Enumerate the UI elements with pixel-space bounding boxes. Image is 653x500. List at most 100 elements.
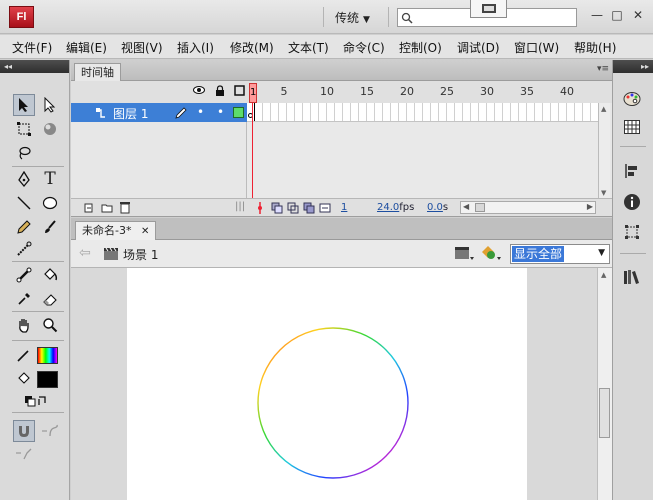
- keyframe[interactable]: [247, 103, 255, 121]
- subselection-tool[interactable]: [39, 94, 61, 116]
- layer-name[interactable]: 图层 1: [113, 105, 148, 122]
- playhead[interactable]: 1: [249, 83, 257, 103]
- scroll-up-icon[interactable]: ▲: [601, 271, 606, 279]
- edit-symbols-icon[interactable]: [480, 244, 504, 262]
- swatches-panel-button[interactable]: [621, 116, 643, 138]
- pencil-stroke-icon: [17, 350, 29, 362]
- stroke-color-swatch[interactable]: [37, 347, 58, 364]
- pencil-tool[interactable]: [13, 216, 35, 238]
- collapse-icon[interactable]: ◂◂: [4, 62, 12, 71]
- frame-rate-readout[interactable]: 24.0fps: [377, 202, 414, 213]
- close-tab-icon[interactable]: ✕: [141, 226, 149, 237]
- info-panel-button[interactable]: [621, 191, 643, 213]
- color-panel-button[interactable]: [621, 88, 643, 110]
- frame-ruler[interactable]: 1 5 10 15 20 25 30 35 40: [247, 81, 598, 103]
- paint-bucket-tool[interactable]: [39, 264, 61, 286]
- stage-vertical-scrollbar[interactable]: ▲: [597, 268, 612, 500]
- scroll-down-icon[interactable]: ▼: [601, 189, 606, 197]
- eye-glyph: [193, 86, 205, 94]
- menu-commands[interactable]: 命令(C): [343, 39, 385, 56]
- menu-file[interactable]: 文件(F): [12, 39, 52, 56]
- timeline-vertical-scrollbar[interactable]: ▲ ▼: [598, 103, 610, 199]
- scroll-thumb[interactable]: [599, 388, 610, 438]
- bone-tool[interactable]: [13, 264, 35, 286]
- menu-view[interactable]: 视图(V): [121, 39, 163, 56]
- oval-tool[interactable]: [39, 192, 61, 214]
- swap-colors-button[interactable]: [22, 390, 52, 412]
- stage-canvas[interactable]: [127, 268, 527, 500]
- edit-scene-icon[interactable]: [454, 245, 476, 261]
- eye-icon[interactable]: [193, 85, 205, 97]
- menu-help[interactable]: 帮助(H): [574, 39, 616, 56]
- scroll-right-icon[interactable]: ▶: [587, 202, 593, 211]
- onion-skin-icon[interactable]: [271, 202, 283, 214]
- maximize-button[interactable]: □: [610, 8, 624, 22]
- tab-timeline[interactable]: 时间轴: [74, 63, 121, 81]
- panel-options-icon[interactable]: ▾≡: [597, 64, 609, 74]
- 3d-rotation-tool[interactable]: [39, 118, 61, 140]
- adobe-air-tab[interactable]: [470, 0, 507, 18]
- brush-tool[interactable]: [39, 216, 61, 238]
- divider: [620, 146, 646, 147]
- minimize-button[interactable]: —: [590, 8, 604, 22]
- fps-value[interactable]: 24.0: [377, 202, 399, 213]
- timeline-horizontal-scrollbar[interactable]: ◀ ▶: [460, 201, 596, 214]
- center-frame-icon[interactable]: [255, 202, 265, 214]
- eraser-tool[interactable]: [39, 288, 61, 310]
- expand-icon[interactable]: ▸▸: [641, 62, 649, 71]
- menu-debug[interactable]: 调试(D): [457, 39, 500, 56]
- tools-panel-header[interactable]: ◂◂: [0, 60, 69, 73]
- selection-tool[interactable]: [13, 94, 35, 116]
- scroll-thumb[interactable]: [475, 203, 485, 212]
- menu-text[interactable]: 文本(T): [288, 39, 329, 56]
- separator-icon: |||: [235, 201, 246, 212]
- align-panel-button[interactable]: [621, 160, 643, 182]
- menu-control[interactable]: 控制(O): [399, 39, 442, 56]
- smooth-button[interactable]: [39, 420, 61, 442]
- menu-edit[interactable]: 编辑(E): [66, 39, 107, 56]
- straighten-button[interactable]: [13, 442, 35, 464]
- visibility-dot-icon[interactable]: •: [197, 105, 204, 119]
- layer-row[interactable]: 图层 1 • •: [71, 103, 247, 122]
- lock-icon[interactable]: [214, 85, 226, 97]
- lock-dot-icon[interactable]: •: [217, 105, 224, 119]
- outline-icon[interactable]: [233, 85, 245, 97]
- transform-panel-button[interactable]: [621, 221, 643, 243]
- scroll-left-icon[interactable]: ◀: [463, 202, 469, 211]
- pen-tool[interactable]: [13, 168, 35, 190]
- line-tool[interactable]: [13, 192, 35, 214]
- deco-tool[interactable]: [13, 238, 35, 260]
- document-tab[interactable]: 未命名-3* ✕: [75, 221, 157, 240]
- new-folder-icon[interactable]: [101, 202, 113, 214]
- layer-frames[interactable]: [247, 103, 598, 122]
- edit-multiple-frames-icon[interactable]: [303, 202, 315, 214]
- workspace-switcher[interactable]: 传统 ▼: [335, 9, 370, 26]
- snap-to-objects-button[interactable]: [13, 420, 35, 442]
- trash-icon[interactable]: [119, 201, 131, 214]
- close-button[interactable]: ✕: [631, 8, 645, 22]
- zoom-tool[interactable]: [39, 314, 61, 336]
- onion-outline-icon[interactable]: [287, 202, 299, 214]
- scroll-up-icon[interactable]: ▲: [601, 105, 606, 113]
- back-arrow-icon[interactable]: ⇦: [79, 245, 91, 261]
- clapperboard-icon: [104, 247, 118, 260]
- lasso-tool[interactable]: [13, 142, 35, 164]
- free-transform-tool[interactable]: [13, 118, 35, 140]
- chevron-down-icon: ▼: [598, 248, 605, 258]
- current-frame-readout: 1: [341, 202, 348, 213]
- layer-outline-color-icon[interactable]: [233, 107, 244, 118]
- menu-window[interactable]: 窗口(W): [514, 39, 559, 56]
- menu-modify[interactable]: 修改(M): [230, 39, 274, 56]
- library-panel-button[interactable]: [621, 266, 643, 288]
- new-layer-icon[interactable]: [83, 202, 95, 214]
- divider: [323, 7, 324, 27]
- circle-shape[interactable]: [127, 268, 527, 500]
- right-panel-header[interactable]: ▸▸: [613, 60, 653, 73]
- menu-insert[interactable]: 插入(I): [177, 39, 214, 56]
- zoom-dropdown[interactable]: 显示全部 ▼: [510, 244, 610, 264]
- modify-onion-markers-icon[interactable]: [319, 202, 331, 214]
- eyedropper-tool[interactable]: [13, 288, 35, 310]
- fill-color-swatch[interactable]: [37, 371, 58, 388]
- hand-tool[interactable]: [13, 314, 35, 336]
- text-tool[interactable]: T: [39, 168, 61, 190]
